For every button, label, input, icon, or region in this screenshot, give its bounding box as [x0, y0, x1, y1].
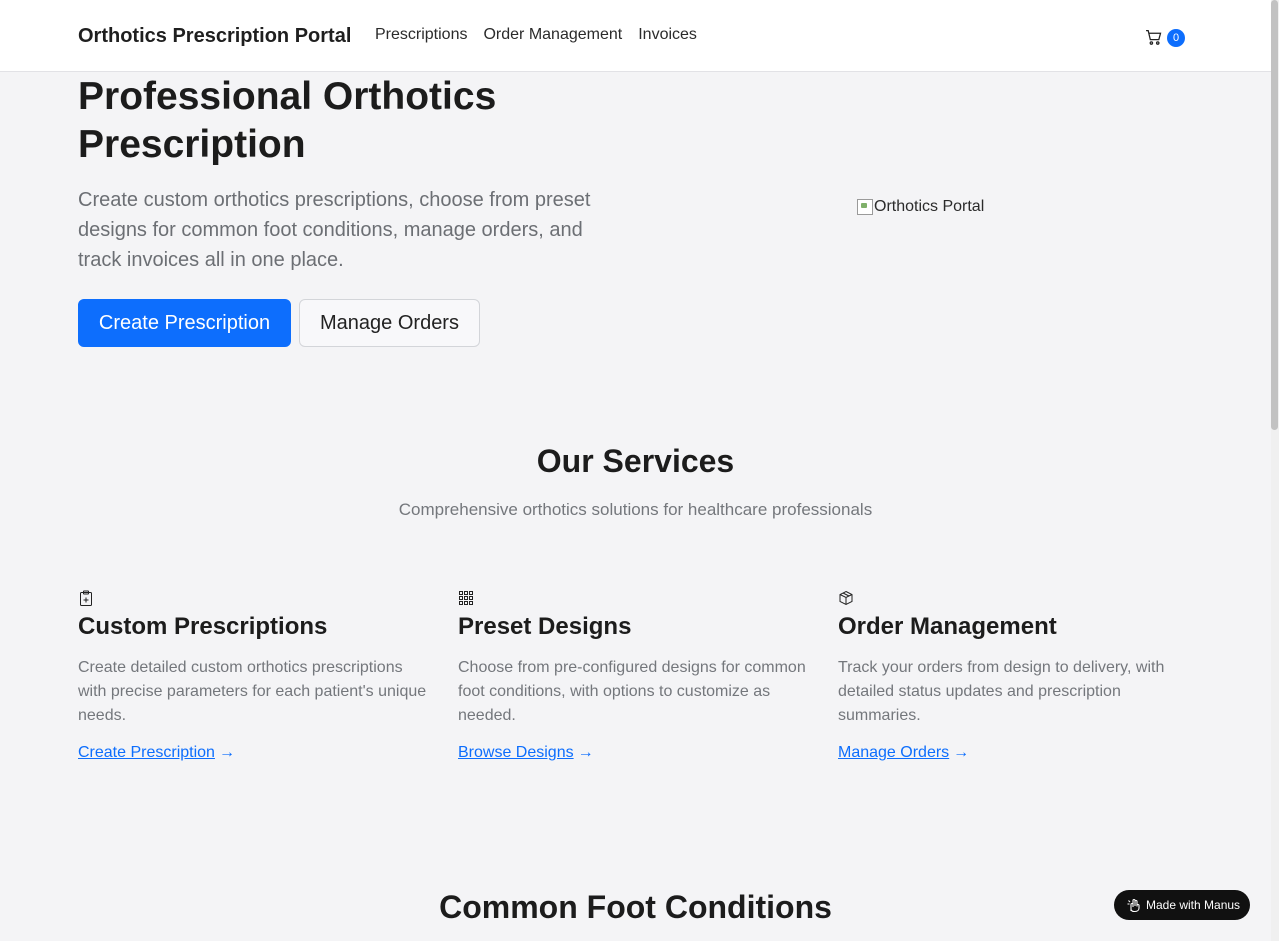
create-prescription-button[interactable]: Create Prescription [78, 299, 291, 347]
cart-count-badge: 0 [1167, 29, 1185, 47]
card-title: Order Management [838, 613, 1057, 640]
service-card-preset-designs: Preset Designs Choose from pre-configure… [458, 590, 813, 762]
badge-label: Made with Manus [1146, 898, 1241, 912]
manage-orders-link[interactable]: Manage Orders → [838, 744, 969, 762]
hero-image: Orthotics Portal [857, 198, 984, 216]
brand-link[interactable]: Orthotics Prescription Portal [78, 25, 351, 48]
arrow-right-icon: → [577, 744, 594, 761]
hero-image-alt: Orthotics Portal [874, 198, 985, 215]
card-title: Custom Prescriptions [78, 613, 328, 640]
box-icon [839, 590, 853, 606]
made-with-manus-badge[interactable]: Made with Manus [1114, 890, 1250, 920]
nav-links: Prescriptions Order Management Invoices [375, 26, 713, 44]
cart-button[interactable]: 0 [1145, 27, 1185, 47]
arrow-right-icon: → [953, 744, 970, 761]
nav-link-invoices[interactable]: Invoices [638, 26, 697, 44]
nav-link-order-management[interactable]: Order Management [483, 26, 622, 44]
link-label: Browse Designs [458, 744, 574, 761]
services-title: Our Services [536, 443, 735, 479]
service-card-custom-prescriptions: Custom Prescriptions Create detailed cus… [78, 590, 433, 762]
hero-title: Professional Orthotics Prescription [78, 75, 497, 166]
card-text: Track your orders from design to deliver… [838, 659, 1165, 724]
card-text: Create detailed custom orthotics prescri… [78, 659, 427, 724]
conditions-title: Common Foot Conditions [439, 889, 832, 925]
arrow-right-icon: → [218, 744, 235, 761]
cart-icon [1146, 29, 1162, 45]
broken-image-icon [857, 199, 873, 215]
top-navbar: Orthotics Prescription Portal Prescripti… [0, 0, 1271, 72]
link-label: Create Prescription [78, 744, 215, 761]
manus-logo-icon [1127, 898, 1140, 913]
browse-designs-link[interactable]: Browse Designs → [458, 744, 594, 762]
services-subtitle: Comprehensive orthotics solutions for he… [398, 500, 873, 519]
card-title: Preset Designs [458, 613, 632, 640]
scrollbar-thumb[interactable] [1271, 0, 1278, 430]
nav-link-prescriptions[interactable]: Prescriptions [375, 26, 467, 44]
manage-orders-button[interactable]: Manage Orders [299, 299, 480, 347]
grid-icon [459, 591, 473, 605]
create-prescription-link[interactable]: Create Prescription → [78, 744, 235, 762]
service-card-order-management: Order Management Track your orders from … [838, 590, 1193, 762]
card-text: Choose from pre-configured designs for c… [458, 659, 806, 724]
clipboard-plus-icon [80, 590, 92, 606]
hero-lead: Create custom orthotics prescriptions, c… [78, 189, 591, 271]
link-label: Manage Orders [838, 744, 950, 761]
